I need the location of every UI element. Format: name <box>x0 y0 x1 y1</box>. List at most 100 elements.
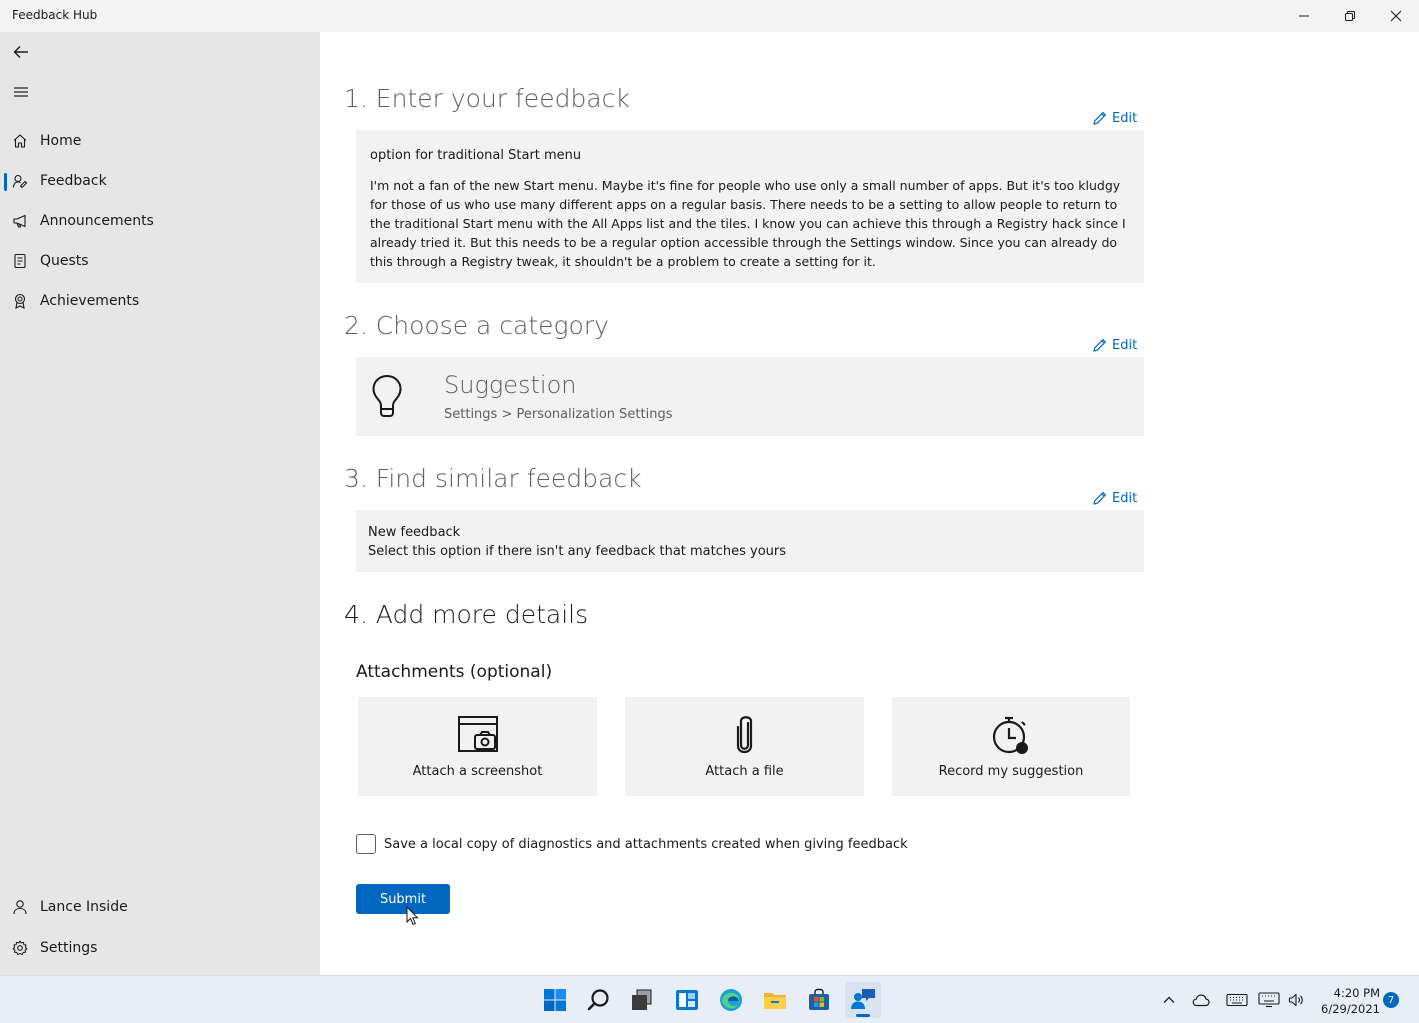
back-arrow-icon <box>13 46 28 58</box>
show-hidden-icons-button[interactable] <box>1159 990 1179 1010</box>
badge-icon <box>12 293 28 309</box>
edit-label: Edit <box>1112 110 1138 126</box>
category-name: Suggestion <box>444 371 577 399</box>
minimize-icon <box>1299 15 1309 17</box>
submit-button[interactable]: Submit <box>356 884 450 914</box>
taskbar: 4:20 PM 6/29/2021 7 <box>0 975 1419 1023</box>
edge-button[interactable] <box>713 982 749 1018</box>
step-1-title: 1. Enter your feedback <box>344 84 630 113</box>
clock-time: 4:20 PM <box>1333 986 1380 1000</box>
feedback-summary-panel: option for traditional Start menu I'm no… <box>356 130 1144 283</box>
close-button[interactable] <box>1373 0 1419 32</box>
attach-screenshot-button[interactable]: Attach a screenshot <box>358 697 597 796</box>
main-content: 1. Enter your feedback Edit option for t… <box>320 32 1419 975</box>
edge-icon <box>720 989 742 1011</box>
pencil-icon <box>1093 339 1106 352</box>
clock-date: 6/29/2021 <box>1321 1002 1380 1016</box>
save-local-copy-row[interactable]: Save a local copy of diagnostics and att… <box>356 834 908 854</box>
sidebar-item-label: Lance Inside <box>40 899 128 915</box>
sidebar-item-quests[interactable]: Quests <box>0 243 320 279</box>
quests-icon <box>12 253 28 269</box>
input-indicator-button[interactable] <box>1257 990 1281 1010</box>
onedrive-button[interactable] <box>1191 990 1211 1010</box>
feedback-hub-taskbar-button[interactable] <box>845 982 881 1018</box>
attach-screenshot-label: Attach a screenshot <box>412 764 543 779</box>
start-button[interactable] <box>537 982 573 1018</box>
pencil-icon <box>1093 492 1106 505</box>
sidebar: Home Feedback Announcements Quests Achie… <box>0 32 320 975</box>
sidebar-item-label: Feedback <box>40 173 107 189</box>
stopwatch-record-icon <box>992 716 1028 754</box>
hamburger-icon <box>14 87 28 97</box>
edit-category-link[interactable]: Edit <box>1092 337 1137 353</box>
screenshot-icon <box>457 716 498 752</box>
hamburger-menu-button[interactable] <box>8 79 34 105</box>
new-feedback-description: Select this option if there isn't any fe… <box>368 544 787 559</box>
store-button[interactable] <box>801 982 837 1018</box>
search-icon <box>587 989 609 1011</box>
edit-label: Edit <box>1112 490 1138 506</box>
sidebar-item-label: Quests <box>40 253 89 269</box>
window-title: Feedback Hub <box>12 8 98 22</box>
keyboard-icon <box>1226 993 1248 1007</box>
touch-keyboard-button[interactable] <box>1225 990 1249 1010</box>
feedback-hub-icon <box>851 989 875 1009</box>
record-suggestion-button[interactable]: Record my suggestion <box>892 697 1130 796</box>
cloud-icon <box>1192 994 1210 1007</box>
feedback-title: option for traditional Start menu <box>370 148 582 163</box>
save-local-copy-checkbox[interactable] <box>356 834 376 854</box>
minimize-button[interactable] <box>1281 0 1327 32</box>
person-icon <box>12 899 28 915</box>
sidebar-item-label: Settings <box>40 940 98 956</box>
start-icon <box>544 989 566 1011</box>
attach-file-label: Attach a file <box>705 764 784 779</box>
taskbar-clock[interactable]: 4:20 PM 6/29/2021 <box>1316 985 1380 1017</box>
step-3-title: 3. Find similar feedback <box>344 464 642 493</box>
save-local-copy-label: Save a local copy of diagnostics and att… <box>384 836 908 852</box>
sidebar-item-feedback[interactable]: Feedback <box>0 163 320 199</box>
sidebar-item-label: Home <box>40 133 82 149</box>
sidebar-item-achievements[interactable]: Achievements <box>0 283 320 319</box>
new-feedback-title: New feedback <box>368 525 461 540</box>
sidebar-item-account[interactable]: Lance Inside <box>0 889 320 925</box>
edit-similar-link[interactable]: Edit <box>1092 490 1137 506</box>
back-button[interactable] <box>8 39 34 65</box>
task-view-icon <box>632 989 652 1010</box>
volume-button[interactable] <box>1286 990 1306 1010</box>
close-icon <box>1390 10 1402 22</box>
pencil-icon <box>1093 112 1106 125</box>
task-view-button[interactable] <box>624 982 660 1018</box>
edit-label: Edit <box>1112 337 1138 353</box>
sidebar-item-label: Achievements <box>40 293 140 309</box>
restore-button[interactable] <box>1327 0 1373 32</box>
step-2-title: 2. Choose a category <box>344 311 609 340</box>
restore-icon <box>1345 11 1355 21</box>
sidebar-item-settings[interactable]: Settings <box>0 930 320 966</box>
title-bar: Feedback Hub <box>0 0 1419 32</box>
sidebar-item-home[interactable]: Home <box>0 123 320 159</box>
active-indicator <box>4 173 7 191</box>
sidebar-item-announcements[interactable]: Announcements <box>0 203 320 239</box>
category-path: Settings > Personalization Settings <box>444 407 673 422</box>
attach-file-button[interactable]: Attach a file <box>625 697 864 796</box>
home-icon <box>12 133 28 149</box>
paperclip-icon <box>736 716 752 754</box>
notification-badge[interactable]: 7 <box>1383 992 1399 1008</box>
attachments-heading: Attachments (optional) <box>356 662 553 682</box>
input-keyboard-icon <box>1258 992 1280 1008</box>
chevron-up-icon <box>1163 996 1175 1003</box>
mouse-cursor-icon <box>406 906 419 926</box>
step-4-title: 4. Add more details <box>344 600 589 629</box>
lightbulb-icon <box>372 374 402 417</box>
store-icon <box>809 988 829 1010</box>
speaker-icon <box>1288 993 1303 1007</box>
widgets-icon <box>676 990 698 1010</box>
edit-feedback-link[interactable]: Edit <box>1092 110 1137 126</box>
file-explorer-button[interactable] <box>757 982 793 1018</box>
search-taskbar-button[interactable] <box>581 982 617 1018</box>
sidebar-item-label: Announcements <box>40 213 154 229</box>
widgets-button[interactable] <box>669 982 705 1018</box>
file-explorer-icon <box>764 993 786 1009</box>
feedback-icon <box>12 173 28 189</box>
category-panel: Suggestion Settings > Personalization Se… <box>356 357 1144 436</box>
